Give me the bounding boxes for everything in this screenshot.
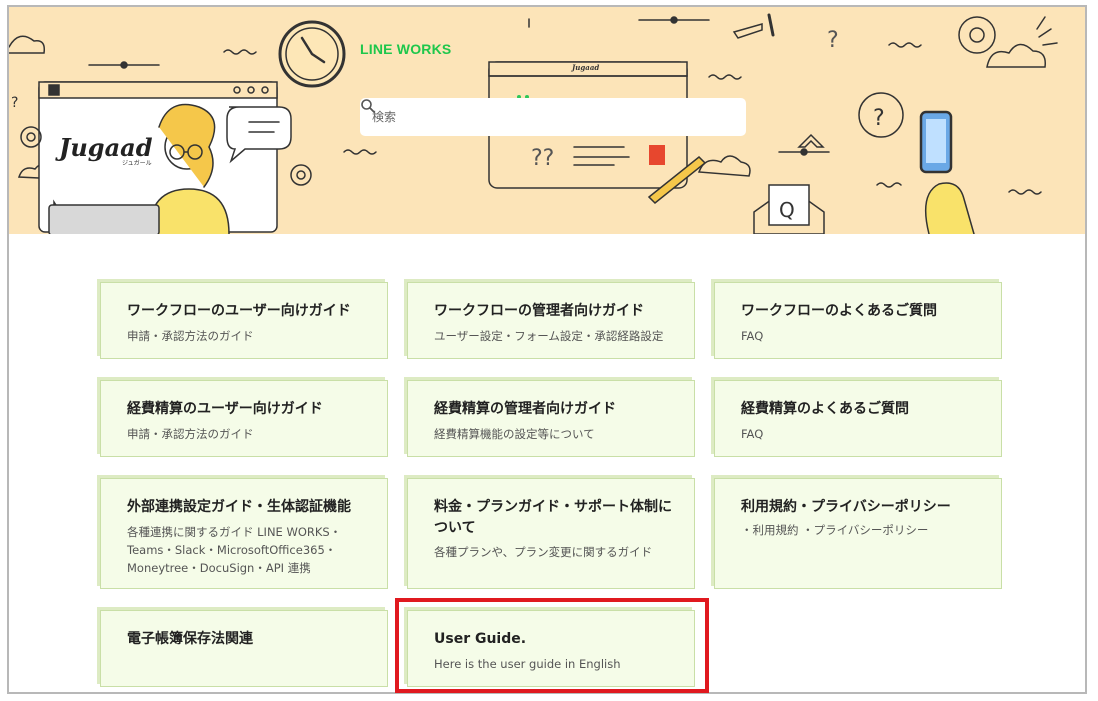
card-title: 電子帳簿保存法関連 xyxy=(127,631,253,647)
card-terms-privacy[interactable]: 利用規約・プライバシーポリシー ・利用規約 ・プライバシーポリシー xyxy=(714,478,1002,589)
svg-text:?: ? xyxy=(873,106,885,131)
card-description: Here is the user guide in English xyxy=(434,657,621,671)
card-description: FAQ xyxy=(741,427,764,441)
svg-text:?: ? xyxy=(11,95,18,111)
card-title: User Guide. xyxy=(434,631,527,647)
window-logo: Jugaad xyxy=(572,63,600,72)
line-works-logo: LINE WORKS xyxy=(360,41,452,57)
card-integration-guide[interactable]: 外部連携設定ガイド・生体認証機能 各種連携に関するガイド LINE WORKS・… xyxy=(100,478,388,589)
card-description: 申請・承認方法のガイド xyxy=(127,427,254,441)
card-description: 申請・承認方法のガイド xyxy=(127,329,254,343)
page-frame: ? ?? ? ? Q LINE WORKS Jugaad ジュガール Jugaa… xyxy=(7,5,1087,694)
svg-text:??: ?? xyxy=(531,146,554,171)
card-title: ワークフローのユーザー向けガイド xyxy=(127,303,351,319)
card-description: ・利用規約 ・プライバシーポリシー xyxy=(741,523,929,537)
card-pricing-guide[interactable]: 料金・プランガイド・サポート体制について 各種プランや、プラン変更に関するガイド xyxy=(407,478,695,589)
card-description: 各種プランや、プラン変更に関するガイド xyxy=(434,545,653,559)
jugaad-logo-sub: ジュガール xyxy=(122,160,152,167)
card-e-book-law[interactable]: 電子帳簿保存法関連 xyxy=(100,610,388,687)
card-workflow-faq[interactable]: ワークフローのよくあるご質問 FAQ xyxy=(714,282,1002,359)
card-title: ワークフローの管理者向けガイド xyxy=(434,303,644,319)
card-description: ユーザー設定・フォーム設定・承認経路設定 xyxy=(434,329,664,343)
card-workflow-user-guide[interactable]: ワークフローのユーザー向けガイド 申請・承認方法のガイド xyxy=(100,282,388,359)
search-icon xyxy=(361,99,375,113)
svg-text:Q: Q xyxy=(779,198,795,222)
card-user-guide-english[interactable]: User Guide. Here is the user guide in En… xyxy=(407,610,695,687)
card-workflow-admin-guide[interactable]: ワークフローの管理者向けガイド ユーザー設定・フォーム設定・承認経路設定 xyxy=(407,282,695,359)
search-bar[interactable] xyxy=(360,98,746,136)
card-title: 経費精算のユーザー向けガイド xyxy=(127,401,323,417)
hero-banner: ? ?? ? ? Q LINE WORKS Jugaad ジュガール Jugaa… xyxy=(9,7,1085,234)
card-title: 経費精算のよくあるご質問 xyxy=(741,401,909,417)
card-title: 料金・プランガイド・サポート体制について xyxy=(434,499,672,536)
card-title: 利用規約・プライバシーポリシー xyxy=(741,499,951,515)
card-title: 経費精算の管理者向けガイド xyxy=(434,401,616,417)
card-expense-faq[interactable]: 経費精算のよくあるご質問 FAQ xyxy=(714,380,1002,457)
card-description: 経費精算機能の設定等について xyxy=(434,427,595,441)
card-expense-user-guide[interactable]: 経費精算のユーザー向けガイド 申請・承認方法のガイド xyxy=(100,380,388,457)
card-title: ワークフローのよくあるご質問 xyxy=(741,303,937,319)
svg-text:?: ? xyxy=(827,28,839,53)
card-description: FAQ xyxy=(741,329,764,343)
search-input[interactable] xyxy=(370,109,694,125)
card-expense-admin-guide[interactable]: 経費精算の管理者向けガイド 経費精算機能の設定等について xyxy=(407,380,695,457)
card-description: 各種連携に関するガイド LINE WORKS・Teams・Slack・Micro… xyxy=(127,525,342,575)
card-title: 外部連携設定ガイド・生体認証機能 xyxy=(127,499,351,515)
